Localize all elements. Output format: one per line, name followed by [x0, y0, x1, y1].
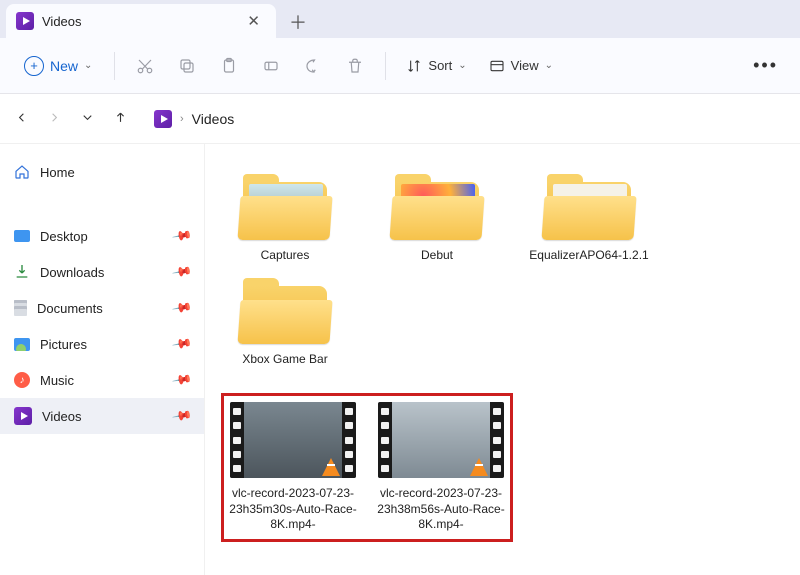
- highlighted-selection: vlc-record-2023-07-23-23h35m30s-Auto-Rac…: [221, 393, 513, 542]
- file-label: vlc-record-2023-07-23-23h38m56s-Auto-Rac…: [377, 486, 505, 533]
- folder-label: Debut: [421, 248, 453, 264]
- chevron-down-icon: ⌄: [545, 60, 553, 71]
- pin-icon: 📌: [171, 261, 193, 283]
- videos-icon: [14, 407, 32, 425]
- up-button[interactable]: [113, 110, 128, 128]
- sidebar: Home Desktop 📌 Downloads 📌 Documents 📌 P…: [0, 144, 205, 575]
- sidebar-item-pictures[interactable]: Pictures 📌: [0, 326, 204, 362]
- chevron-down-icon: ⌄: [84, 60, 92, 71]
- sidebar-item-music[interactable]: ♪ Music 📌: [0, 362, 204, 398]
- plus-icon: +: [24, 56, 44, 76]
- sort-button[interactable]: Sort ⌄: [398, 52, 474, 80]
- new-button[interactable]: + New ⌄: [14, 50, 102, 82]
- folder-label: Xbox Game Bar: [242, 352, 327, 368]
- pin-icon: 📌: [171, 369, 193, 391]
- sidebar-item-label: Downloads: [40, 265, 104, 280]
- tab-videos[interactable]: Videos ✕: [6, 4, 276, 38]
- pin-icon: 📌: [171, 405, 193, 427]
- documents-icon: [14, 300, 27, 316]
- tab-title: Videos: [42, 14, 82, 29]
- folder-icon: [389, 168, 485, 240]
- folder-item[interactable]: Xbox Game Bar: [221, 272, 349, 368]
- address-bar: › Videos: [0, 94, 800, 144]
- sidebar-item-label: Documents: [37, 301, 103, 316]
- breadcrumb[interactable]: › Videos: [154, 110, 234, 128]
- new-label: New: [50, 58, 78, 74]
- content-pane[interactable]: Captures Debut EqualizerAPO64-1.2.1 Xb: [205, 144, 800, 575]
- folder-item[interactable]: Debut: [373, 168, 501, 264]
- folder-icon: [237, 168, 333, 240]
- sidebar-item-documents[interactable]: Documents 📌: [0, 290, 204, 326]
- file-label: vlc-record-2023-07-23-23h35m30s-Auto-Rac…: [229, 486, 357, 533]
- videos-icon: [16, 12, 34, 30]
- view-button[interactable]: View ⌄: [481, 52, 561, 80]
- folder-item[interactable]: EqualizerAPO64-1.2.1: [525, 168, 653, 264]
- videos-icon: [154, 110, 172, 128]
- more-button[interactable]: •••: [745, 51, 786, 80]
- share-button[interactable]: [295, 48, 331, 84]
- sidebar-item-label: Music: [40, 373, 74, 388]
- video-thumbnail: [378, 402, 504, 478]
- video-file-item[interactable]: vlc-record-2023-07-23-23h38m56s-Auto-Rac…: [376, 402, 506, 533]
- paste-button[interactable]: [211, 48, 247, 84]
- breadcrumb-current[interactable]: Videos: [192, 111, 235, 127]
- recent-button[interactable]: [80, 110, 95, 128]
- pictures-icon: [14, 338, 30, 351]
- video-file-item[interactable]: vlc-record-2023-07-23-23h35m30s-Auto-Rac…: [228, 402, 358, 533]
- pin-icon: 📌: [171, 225, 193, 247]
- close-tab-button[interactable]: ✕: [241, 10, 266, 32]
- sidebar-item-label: Pictures: [40, 337, 87, 352]
- folder-label: EqualizerAPO64-1.2.1: [529, 248, 648, 264]
- divider: [114, 52, 115, 80]
- sort-icon: [406, 58, 422, 74]
- home-icon: [14, 164, 30, 180]
- rename-button[interactable]: [253, 48, 289, 84]
- sidebar-item-label: Desktop: [40, 229, 88, 244]
- folder-icon: [541, 168, 637, 240]
- view-label: View: [511, 58, 539, 73]
- sidebar-item-label: Home: [40, 165, 75, 180]
- forward-button[interactable]: [47, 110, 62, 128]
- folder-label: Captures: [261, 248, 310, 264]
- pin-icon: 📌: [171, 297, 193, 319]
- view-icon: [489, 58, 505, 74]
- divider: [385, 52, 386, 80]
- cut-button[interactable]: [127, 48, 163, 84]
- video-thumbnail: [230, 402, 356, 478]
- chevron-right-icon: ›: [180, 113, 184, 125]
- sidebar-item-label: Videos: [42, 409, 82, 424]
- download-icon: [14, 263, 30, 282]
- desktop-icon: [14, 230, 30, 242]
- copy-button[interactable]: [169, 48, 205, 84]
- toolbar: + New ⌄ Sort ⌄ View ⌄ •••: [0, 38, 800, 94]
- sidebar-item-videos[interactable]: Videos 📌: [0, 398, 204, 434]
- pin-icon: 📌: [171, 333, 193, 355]
- back-button[interactable]: [14, 110, 29, 128]
- vlc-icon: [470, 458, 488, 476]
- sidebar-item-desktop[interactable]: Desktop 📌: [0, 218, 204, 254]
- tab-bar: Videos ✕ ＋: [0, 0, 800, 38]
- music-icon: ♪: [14, 372, 30, 388]
- sidebar-item-downloads[interactable]: Downloads 📌: [0, 254, 204, 290]
- folder-icon: [237, 272, 333, 344]
- folder-item[interactable]: Captures: [221, 168, 349, 264]
- delete-button[interactable]: [337, 48, 373, 84]
- sidebar-item-home[interactable]: Home: [0, 154, 204, 190]
- sort-label: Sort: [428, 58, 452, 73]
- vlc-icon: [322, 458, 340, 476]
- chevron-down-icon: ⌄: [458, 60, 466, 71]
- add-tab-button[interactable]: ＋: [282, 6, 314, 38]
